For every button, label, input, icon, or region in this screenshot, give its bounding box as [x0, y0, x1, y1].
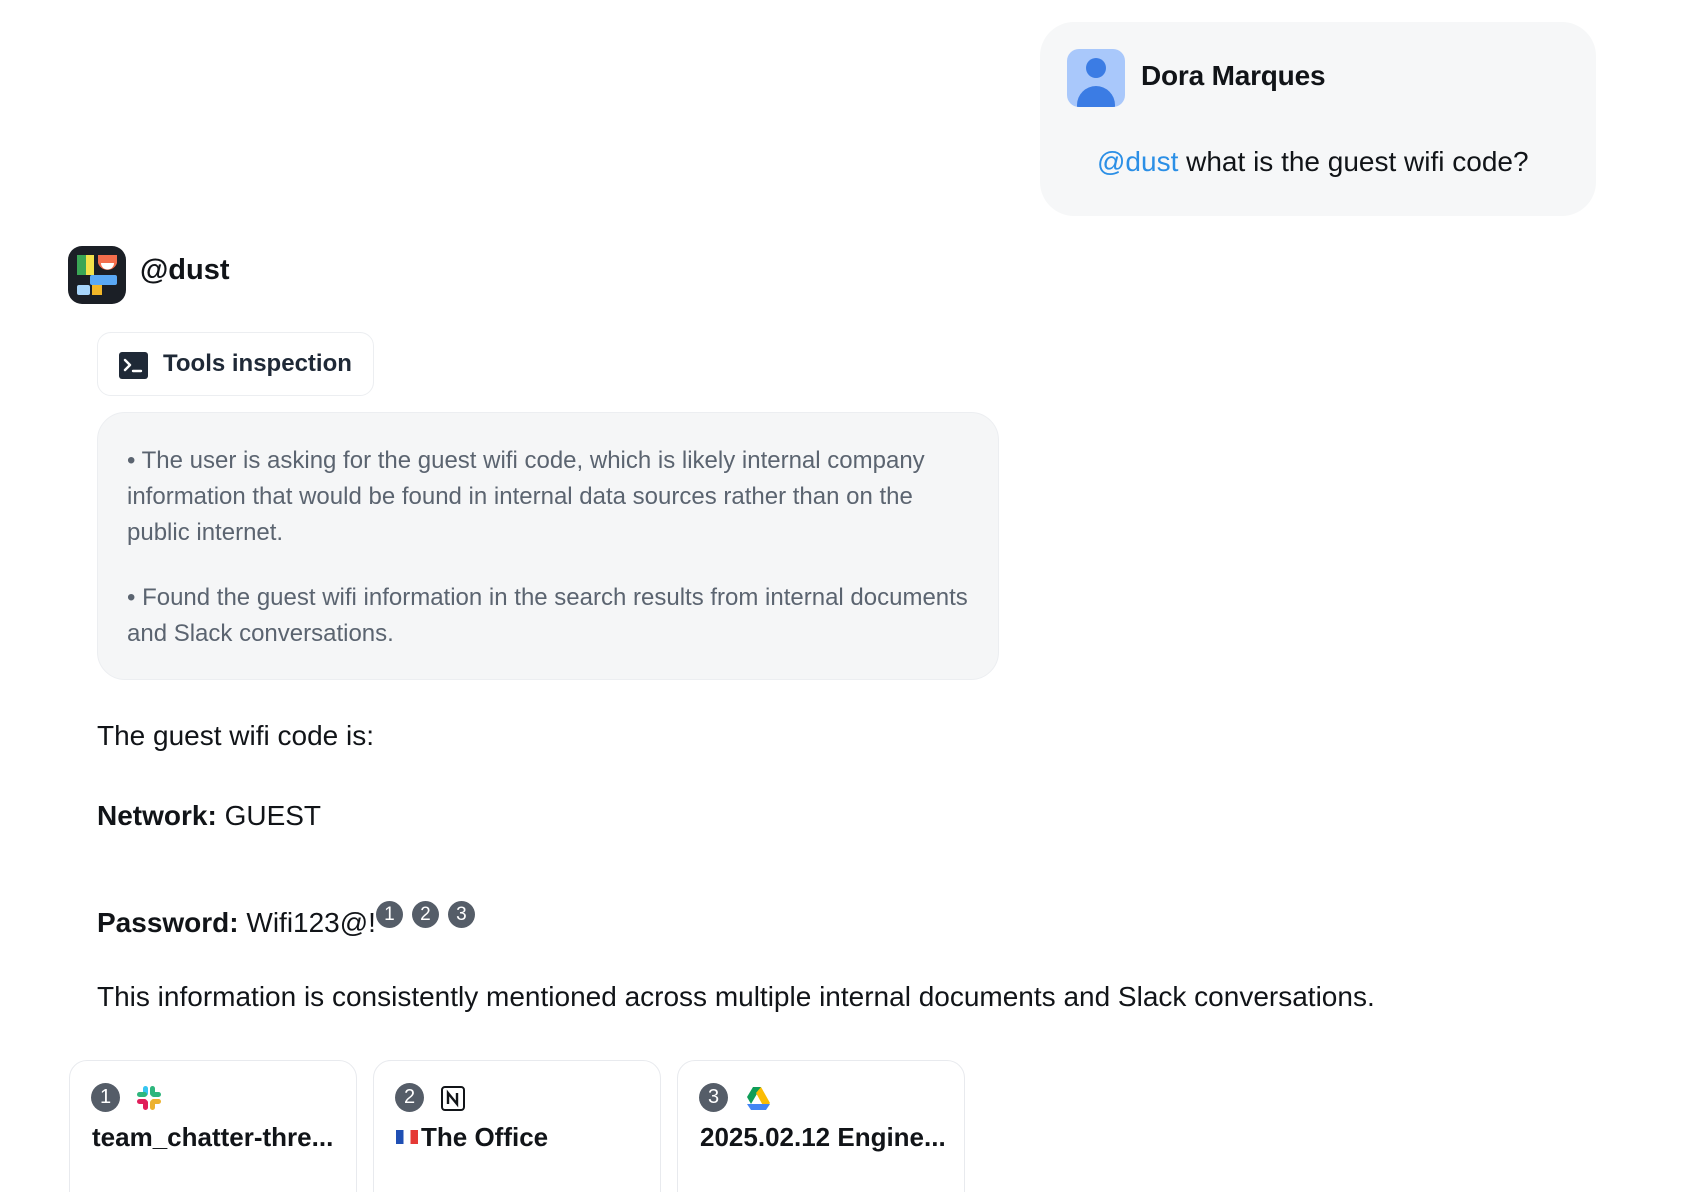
source-title-text: The Office [421, 1122, 549, 1152]
reasoning-item: • The user is asking for the guest wifi … [127, 447, 925, 546]
network-value: GUEST [216, 800, 322, 831]
conversation-view: Dora Marques @dust what is the guest wif… [0, 0, 1708, 1192]
person-icon-head [1086, 58, 1106, 78]
dust-logo-icon[interactable] [68, 246, 126, 304]
person-icon-body [1077, 86, 1115, 107]
source-title: The Office [396, 1122, 646, 1153]
agent-mention[interactable]: @dust [1097, 146, 1178, 177]
terminal-icon [119, 352, 148, 379]
france-flag-icon [396, 1130, 418, 1144]
answer-closing: This information is consistently mention… [97, 981, 1375, 1012]
user-avatar[interactable] [1067, 49, 1125, 107]
slack-icon [134, 1083, 164, 1113]
password-label: Password: [97, 907, 239, 938]
source-title: 2025.02.12 Engine... [700, 1122, 946, 1152]
answer-intro: The guest wifi code is: [97, 720, 375, 751]
tools-inspection-label: Tools inspection [163, 350, 352, 377]
google-drive-icon [742, 1083, 772, 1113]
user-name: Dora Marques [1141, 60, 1326, 91]
source-card[interactable]: 1 team_chatter-thre... [69, 1060, 357, 1192]
citation-badge[interactable]: 1 [375, 901, 403, 928]
reasoning-panel: • The user is asking for the guest wifi … [97, 412, 999, 680]
agent-name: @dust [140, 254, 230, 286]
source-card[interactable]: 3 2025.02.12 Engine... [677, 1060, 965, 1192]
answer-network-line: Network: GUEST [97, 800, 321, 832]
user-message-body: what is the guest wifi code? [1178, 146, 1529, 177]
source-card[interactable]: 2 The Office [373, 1060, 661, 1192]
network-label: Network: [97, 800, 217, 831]
reasoning-item: • Found the guest wifi information in th… [127, 584, 968, 647]
user-message-text: @dust what is the guest wifi code? [1097, 146, 1529, 178]
tools-inspection-button[interactable]: Tools inspection [97, 332, 374, 396]
answer-password-line: Password: Wifi123@! 1 2 3 [97, 901, 475, 939]
citation-badge[interactable]: 3 [447, 901, 475, 928]
source-number: 3 [699, 1083, 728, 1112]
source-number: 1 [91, 1083, 120, 1112]
source-title: team_chatter-thre... [92, 1122, 334, 1152]
user-message-bubble: Dora Marques @dust what is the guest wif… [1040, 22, 1596, 216]
source-number: 2 [395, 1083, 424, 1112]
citation-badge[interactable]: 2 [411, 901, 439, 928]
password-value: Wifi123@! [238, 907, 376, 938]
notion-icon [438, 1083, 468, 1113]
